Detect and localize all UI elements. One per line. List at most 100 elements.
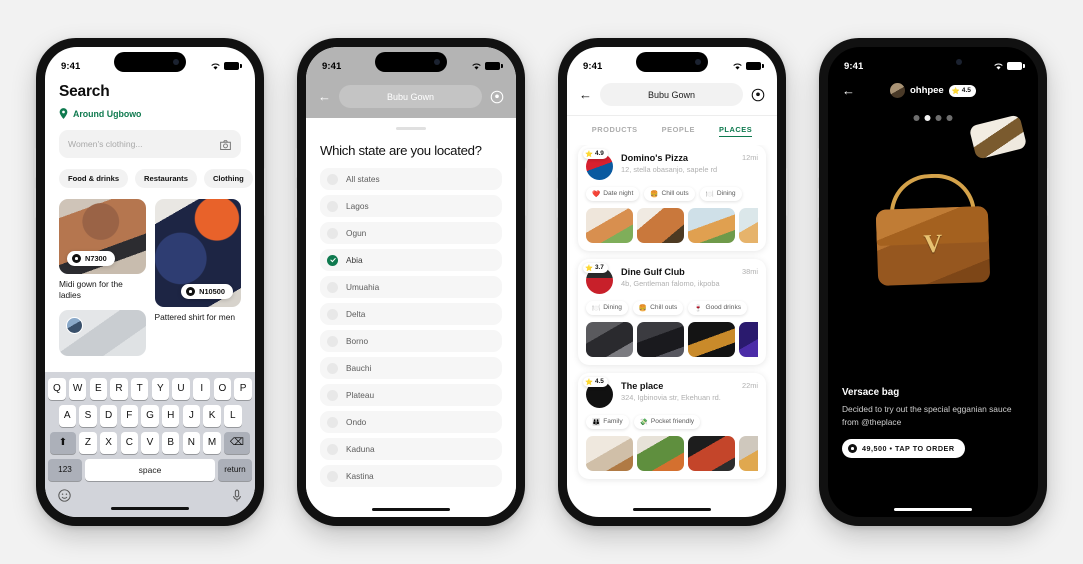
place-photo[interactable] <box>688 435 735 471</box>
key-s[interactable]: S <box>79 404 97 427</box>
camera-tag-icon[interactable] <box>219 138 232 151</box>
place-card-dine-gulf-club[interactable]: ⭐ 3.7 Dine Gulf Club 4b, Gentleman falom… <box>578 258 766 365</box>
tag-label: Dining <box>716 190 736 197</box>
shift-icon[interactable]: ⬆ <box>50 431 76 454</box>
state-option-kaduna[interactable]: Kaduna <box>320 438 502 460</box>
place-tag[interactable]: ❤️ Date night <box>586 186 640 201</box>
state-option-delta[interactable]: Delta <box>320 303 502 325</box>
key-z[interactable]: Z <box>79 431 97 454</box>
place-photo[interactable] <box>739 321 758 357</box>
radio-icon <box>327 227 338 239</box>
key-l[interactable]: L <box>224 404 242 427</box>
state-option-lagos[interactable]: Lagos <box>320 195 502 217</box>
place-tag[interactable]: 🍽️ Dining <box>586 300 628 315</box>
product-image-third[interactable] <box>59 309 146 356</box>
key-n[interactable]: N <box>182 431 201 454</box>
chip-restaurants[interactable]: Restaurants <box>135 169 197 188</box>
search-field-display[interactable]: Bubu Gown <box>600 83 743 106</box>
search-input[interactable]: Women's clothing... <box>59 130 241 158</box>
product-image-midi-gown[interactable]: N7300 <box>59 199 146 274</box>
tag-emoji-icon: ❤️ <box>592 190 601 198</box>
place-photo[interactable] <box>586 321 633 357</box>
place-photo[interactable] <box>688 207 735 243</box>
place-tag[interactable]: 🍽️ Dining <box>699 186 742 201</box>
key-b[interactable]: B <box>161 431 180 454</box>
place-photo[interactable] <box>739 207 758 243</box>
sheet-grabber[interactable] <box>396 127 426 130</box>
key-j[interactable]: J <box>182 404 201 427</box>
place-tag[interactable]: 💸 Pocket friendly <box>633 414 701 429</box>
price-value: N10500 <box>199 287 225 296</box>
carousel-dot[interactable] <box>913 115 920 121</box>
chip-food-drinks[interactable]: Food & drinks <box>59 169 129 188</box>
place-card-dominos-pizza[interactable]: ⭐ 4.9 Domino's Pizza 12, stella obasanjo… <box>578 144 766 251</box>
state-option-abia[interactable]: Abia <box>320 249 502 271</box>
state-option-all-states[interactable]: All states <box>320 168 502 190</box>
carousel-dot-active[interactable] <box>924 115 931 121</box>
place-photo[interactable] <box>688 321 735 357</box>
place-photo[interactable] <box>637 435 684 471</box>
back-arrow-icon[interactable]: ← <box>842 84 855 97</box>
place-tag[interactable]: 🍔 Chill outs <box>632 300 684 315</box>
back-arrow-icon[interactable]: ← <box>318 90 331 103</box>
place-tag[interactable]: 🍷 Good drinks <box>688 300 748 315</box>
key-v[interactable]: V <box>141 431 159 454</box>
seller-profile[interactable]: ohhpee ⭐ 4.5 <box>890 83 976 98</box>
chip-clothing[interactable]: Clothing <box>203 169 253 188</box>
key-p[interactable]: P <box>234 377 252 400</box>
place-tag[interactable]: 👪 Family <box>586 414 629 429</box>
state-option-borno[interactable]: Borno <box>320 330 502 352</box>
emoji-icon[interactable] <box>58 489 71 502</box>
place-photo[interactable] <box>637 207 684 243</box>
key-a[interactable]: A <box>58 404 76 427</box>
key-g[interactable]: G <box>141 404 159 427</box>
back-arrow-icon[interactable]: ← <box>579 88 592 101</box>
key-m[interactable]: M <box>203 431 221 454</box>
tab-people[interactable]: PEOPLE <box>662 125 695 137</box>
key-f[interactable]: F <box>120 404 139 427</box>
key-r[interactable]: R <box>110 377 128 400</box>
key-i[interactable]: I <box>192 377 211 400</box>
location-target-icon[interactable] <box>490 90 504 104</box>
place-photo[interactable] <box>586 207 633 243</box>
location-target-icon[interactable] <box>751 88 765 102</box>
key-w[interactable]: W <box>68 377 87 400</box>
key-t[interactable]: T <box>130 377 149 400</box>
key-x[interactable]: X <box>99 431 118 454</box>
return-key[interactable]: return <box>218 458 252 481</box>
microphone-icon[interactable] <box>232 489 242 503</box>
key-e[interactable]: E <box>89 377 108 400</box>
place-photo[interactable] <box>586 435 633 471</box>
space-key[interactable]: space <box>85 458 215 481</box>
key-y[interactable]: Y <box>151 377 170 400</box>
numbers-key[interactable]: 123 <box>48 458 82 481</box>
order-button[interactable]: 49,500 • TAP TO ORDER <box>842 439 965 459</box>
product-hero-image[interactable]: V <box>828 106 1038 376</box>
key-h[interactable]: H <box>161 404 180 427</box>
key-u[interactable]: U <box>172 377 190 400</box>
tab-places[interactable]: PLACES <box>718 125 753 137</box>
state-option-plateau[interactable]: Plateau <box>320 384 502 406</box>
state-option-bauchi[interactable]: Bauchi <box>320 357 502 379</box>
search-field-display[interactable]: Bubu Gown <box>339 85 482 108</box>
key-c[interactable]: C <box>120 431 139 454</box>
backspace-icon[interactable]: ⌫ <box>224 431 250 454</box>
carousel-dot[interactable] <box>946 115 953 121</box>
key-d[interactable]: D <box>99 404 118 427</box>
carousel-dot[interactable] <box>935 115 942 121</box>
place-tag[interactable]: 🍔 Chill outs <box>644 186 695 201</box>
key-k[interactable]: K <box>203 404 221 427</box>
place-photo[interactable] <box>739 435 758 471</box>
state-option-ogun[interactable]: Ogun <box>320 222 502 244</box>
state-option-umuahia[interactable]: Umuahia <box>320 276 502 298</box>
place-photo[interactable] <box>637 321 684 357</box>
place-card-the-place[interactable]: ⭐ 4.5 The place 324, Igbinovia str, Ekeh… <box>578 372 766 479</box>
state-option-ondo[interactable]: Ondo <box>320 411 502 433</box>
location-row[interactable]: Around Ugbowo <box>59 108 241 119</box>
key-o[interactable]: O <box>213 377 232 400</box>
tab-products[interactable]: PRODUCTS <box>592 125 638 137</box>
product-image-pattered-shirt[interactable]: N10500 <box>154 199 241 307</box>
key-q[interactable]: Q <box>48 377 66 400</box>
state-option-label: Kastina <box>346 471 374 481</box>
state-option-kastina[interactable]: Kastina <box>320 465 502 487</box>
